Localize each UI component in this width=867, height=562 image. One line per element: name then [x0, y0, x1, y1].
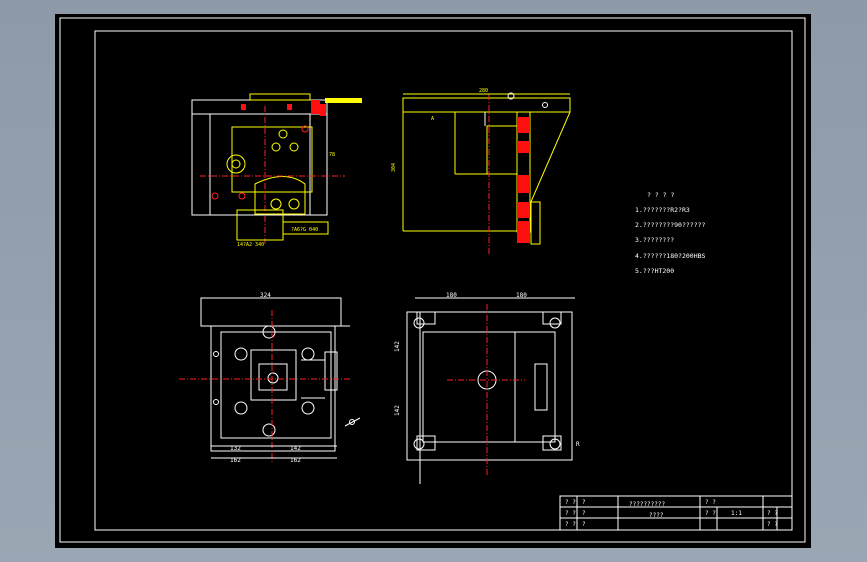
tb-r1c2: ?: [582, 499, 586, 506]
front-bottom-label-b: ?A6?G 040: [291, 227, 318, 233]
title-block: ? ? ? ? ? ? ? ? ? ?????????? ???? ? ? ? …: [559, 495, 793, 531]
base-dim-b: 180: [516, 292, 527, 299]
front-view: ????????? 14?A2 340 ?A6?G 040 78: [191, 93, 362, 248]
side-view: 280 304 A: [391, 88, 571, 254]
base-angle-note: R: [576, 441, 580, 448]
tb-r2c2: ?: [582, 510, 586, 517]
notes-heading: ? ? ? ?: [647, 191, 674, 199]
note-4: 4.??????180?200HBS: [635, 252, 706, 260]
plan-dim-d: 162: [290, 457, 301, 464]
tb-r1c4: ? ?: [705, 499, 716, 506]
base-dim-d: 142: [394, 405, 401, 416]
svg-text:?????????: ?????????: [326, 99, 353, 105]
technical-notes: ? ? ? ? 1.???????R2?R3 2.????????90?????…: [635, 191, 706, 275]
front-right-dim: 78: [329, 152, 335, 158]
tb-r1c1: ? ?: [565, 499, 576, 506]
base-view: 180 180 142 142 R: [394, 292, 580, 484]
tb-r3c1: ? ?: [565, 521, 576, 528]
tb-name-row2: ????: [649, 512, 664, 519]
plan-dim-a: 132: [230, 445, 241, 452]
tb-r2c4: ? ?: [705, 510, 716, 517]
note-5: 5.???HT200: [635, 267, 674, 275]
note-1: 1.???????R2?R3: [635, 206, 690, 214]
inner-frame: [94, 30, 793, 531]
note-3: 3.????????: [635, 236, 674, 244]
cad-viewport[interactable]: ????????? 14?A2 340 ?A6?G 040 78 280 304…: [55, 14, 811, 548]
front-bottom-label-a: 14?A2 340: [237, 242, 264, 248]
base-dim-a: 180: [446, 292, 457, 299]
plan-view: 324 132 142 162 162: [179, 292, 361, 464]
tb-r1c7: ? ?: [767, 510, 778, 517]
plan-dim-b: 142: [290, 445, 301, 452]
tb-r2c7: ? ?: [767, 521, 778, 528]
side-top-dim: 280: [479, 88, 488, 94]
side-height-dim: 304: [391, 163, 397, 172]
tb-scale: 1:1: [731, 510, 742, 517]
note-2: 2.????????90??????: [635, 221, 706, 229]
tb-r3c2: ?: [582, 521, 586, 528]
side-label: A: [431, 116, 434, 122]
base-dim-c: 142: [394, 341, 401, 352]
tb-name-row1: ??????????: [629, 501, 666, 508]
plan-top-dim: 324: [260, 292, 271, 299]
outer-frame: [59, 17, 806, 543]
drawing-canvas: ????????? 14?A2 340 ?A6?G 040 78 280 304…: [59, 17, 806, 543]
plan-dim-c: 162: [230, 457, 241, 464]
tb-r2c1: ? ?: [565, 510, 576, 517]
